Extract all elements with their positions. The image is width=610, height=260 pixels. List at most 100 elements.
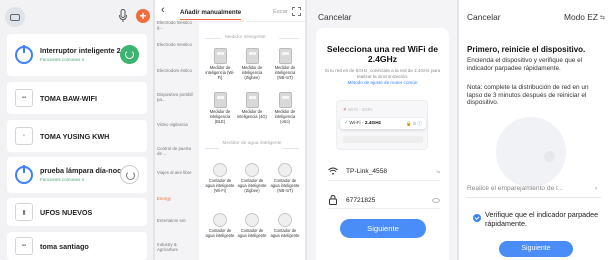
checkbox-checked-icon[interactable] <box>473 214 481 222</box>
router-settings-link[interactable]: Método de ajuste de router común <box>316 80 449 85</box>
device-list-header: + <box>0 0 155 32</box>
section-title: Medidor de agua inteligente <box>222 141 282 146</box>
power-toggle-button[interactable] <box>120 45 139 64</box>
water-meter-tile[interactable]: Contador de agua inteligente (NB-IoT) <box>270 163 300 193</box>
device-name: prueba lámpara día-noc... <box>40 166 128 175</box>
home-icon[interactable] <box>5 7 25 27</box>
device-card[interactable]: ▫ TOMA YUSING KWH <box>7 120 147 152</box>
meter-tile[interactable]: Medidor de inteligencia (Wi-Fi) <box>205 48 235 80</box>
water-meter-tile[interactable]: Contador de agua inteligente <box>270 213 300 239</box>
wifi-24g-row: ✓ Wi-Fi - 2.4GHz 🔒 ≋ ⓘ <box>340 118 426 129</box>
instruction-text: Encienda el dispositivo y verifique que … <box>467 57 583 72</box>
cancel-button[interactable]: Cancelar <box>467 12 501 22</box>
power-icon <box>15 45 33 64</box>
category-item[interactable]: Viajes al aire libre <box>157 170 197 175</box>
common-functions-link[interactable]: Funciones comunes ∨ <box>40 177 85 183</box>
add-device-header: ‹ Añadir manualmente Escar <box>155 0 305 22</box>
water-meter-tile[interactable]: Contador de agua inteligente (Zigbee) <box>237 163 267 193</box>
tile-label: Contador de agua inteligente <box>205 228 235 238</box>
tile-label: Medidor de inteligencia (4G) <box>237 109 267 119</box>
meter-tile[interactable]: Medidor de inteligencia (BLE) <box>205 92 235 124</box>
device-card[interactable]: ▪▪ toma santiago <box>7 232 147 260</box>
device-card[interactable]: ▮ UFOS NUEVOS <box>7 198 147 226</box>
wifi-24g-label: 2.4GHz <box>364 121 382 126</box>
network-row[interactable]: TP-Link_4558 ⇆ <box>328 165 440 181</box>
password-row[interactable]: 67721825 <box>328 193 440 209</box>
device-card[interactable]: Interruptor inteligente 2 Funciones comu… <box>7 34 147 76</box>
lock-icon <box>329 195 337 205</box>
meter-tile[interactable]: Medidor de inteligencia (Zigbee) <box>237 48 267 80</box>
category-item[interactable]: Dispositivo portátil pa... <box>157 92 197 103</box>
water-meter-icon <box>278 213 292 227</box>
water-meter-tile[interactable]: Contador de agua inteligente <box>205 213 235 239</box>
divider <box>467 197 601 198</box>
scan-icon[interactable] <box>292 7 301 16</box>
switch-icon: ▮ <box>15 203 33 221</box>
ez-mode-button[interactable]: Modo EZ <box>564 12 598 22</box>
power-icon <box>15 165 33 184</box>
switch-network-icon[interactable]: ⇆ <box>436 169 440 175</box>
next-button[interactable]: Siguiente <box>340 219 426 238</box>
meter-icon <box>278 48 292 64</box>
category-item[interactable]: Electrodom éstico <box>157 68 197 73</box>
cancel-button[interactable]: Cancelar <box>318 12 352 22</box>
divider <box>279 38 299 39</box>
wifi-card: Selecciona una red WiFi de 2.4GHz Si tu … <box>316 28 449 260</box>
wifi-icon <box>328 167 338 175</box>
chevron-right-icon: › <box>595 185 598 192</box>
water-meter-icon <box>245 163 259 177</box>
water-meter-icon <box>278 163 292 177</box>
meter-icon <box>278 92 292 108</box>
device-illustration <box>496 117 566 187</box>
wifi-5g-label: Wi-Fi - 5Ghz <box>347 107 373 112</box>
water-meter-tile[interactable]: Contador de agua inteligente <box>237 213 267 239</box>
divider <box>205 148 219 149</box>
device-name: toma santiago <box>40 242 89 251</box>
device-name: Interruptor inteligente 2 <box>40 46 121 55</box>
meter-icon <box>213 92 227 108</box>
category-item[interactable]: Vídeo vigilancia <box>157 122 197 127</box>
meter-tile[interactable]: Medidor de inteligencia (otro) <box>270 92 300 124</box>
meter-tile[interactable]: Medidor de inteligencia (NB-IoT) <box>270 48 300 80</box>
tile-label: Contador de agua inteligente (Zigbee) <box>237 178 267 193</box>
password-field[interactable]: 67721825 <box>346 197 375 204</box>
tab-manual-add[interactable]: Añadir manualmente <box>180 9 242 20</box>
page-title: Primero, reinicie el dispositivo. <box>467 45 586 54</box>
category-item[interactable]: Industry & Agriculture <box>157 242 197 253</box>
water-meter-tile[interactable]: Contador de agua inteligente (Wi-Fi) <box>205 163 235 193</box>
tile-label: Medidor de inteligencia (NB-IoT) <box>274 65 296 80</box>
tile-label: Medidor de inteligencia (otro) <box>274 109 296 124</box>
device-name: TOMA BAW-WIFI <box>40 94 97 103</box>
tab-scan[interactable]: Escar <box>273 9 288 15</box>
device-card[interactable]: ▪▪ TOMA BAW-WIFI <box>7 82 147 114</box>
category-sidebar: Electrodo mestico g... Electrodo mestico… <box>155 20 199 260</box>
add-device-button[interactable]: + <box>136 9 150 23</box>
next-button[interactable]: Siguiente <box>499 241 573 257</box>
tile-label: Medidor de inteligencia (Zigbee) <box>241 65 263 80</box>
back-arrow-icon[interactable]: ‹ <box>161 4 165 16</box>
eye-icon[interactable] <box>432 198 440 203</box>
reset-pairing-link[interactable]: Realice el emparejamiento de l... <box>467 185 599 192</box>
category-item[interactable]: Control de puerta de ... <box>157 146 197 157</box>
socket-icon: ▪▪ <box>15 89 33 107</box>
section-title: Medidor inteligente <box>225 35 266 40</box>
meter-icon <box>245 92 259 108</box>
tile-label: Medidor de inteligencia (BLE) <box>209 109 231 124</box>
microphone-icon[interactable] <box>118 9 128 23</box>
category-item[interactable]: Electrodo mestico <box>157 42 197 47</box>
divider <box>283 148 299 149</box>
category-item-active[interactable]: Energy <box>157 196 197 201</box>
category-item[interactable]: Entertainm ent <box>157 218 197 223</box>
wifi-5g-row: ✕ Wi-Fi - 5Ghz <box>343 107 373 113</box>
power-toggle-button[interactable] <box>120 165 139 184</box>
meter-tile[interactable]: Medidor de inteligencia (4G) <box>237 92 267 120</box>
device-card[interactable]: prueba lámpara día-noc... Funciones comu… <box>7 157 147 193</box>
verify-checkbox-label[interactable]: Verifique que el indicador parpadee rápi… <box>485 210 603 228</box>
note-text: Nota: complete la distribución de red en… <box>467 84 589 106</box>
switch-mode-icon[interactable]: ⇆ <box>600 14 605 21</box>
common-functions-link[interactable]: Funciones comunes ∨ <box>40 57 85 63</box>
water-meter-icon <box>213 163 227 177</box>
wifi-24g-prefix: Wi-Fi - <box>349 121 365 126</box>
category-item[interactable]: Electrodo mestico g... <box>157 20 197 31</box>
water-meter-icon <box>213 213 227 227</box>
